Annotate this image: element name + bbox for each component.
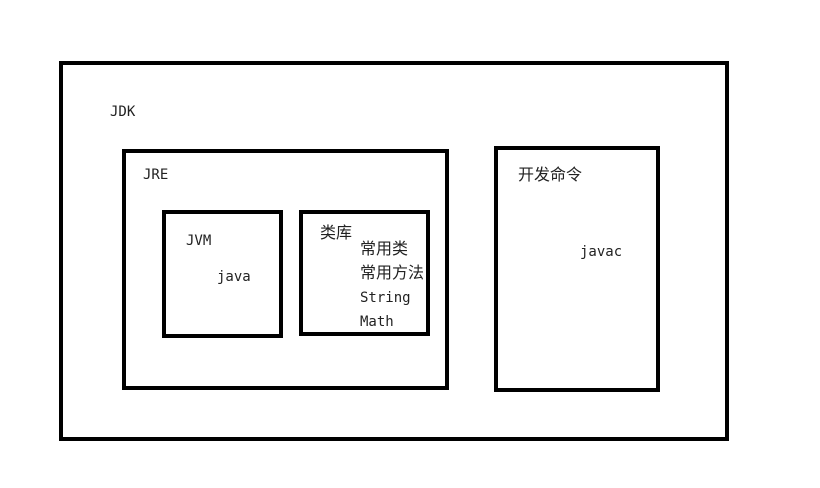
- class-library-label: 类库: [320, 223, 353, 242]
- jre-label: JRE: [143, 167, 169, 183]
- java-command-label: java: [217, 269, 251, 285]
- jvm-label: JVM: [186, 233, 212, 249]
- class-library-item: String: [360, 290, 411, 306]
- class-library-item: 常用方法: [360, 263, 425, 282]
- class-library-item: Math: [360, 314, 394, 330]
- javac-command-label: javac: [580, 244, 623, 260]
- class-library-item: 常用类: [360, 239, 409, 258]
- dev-commands-label: 开发命令: [518, 165, 583, 184]
- jdk-label: JDK: [110, 104, 136, 120]
